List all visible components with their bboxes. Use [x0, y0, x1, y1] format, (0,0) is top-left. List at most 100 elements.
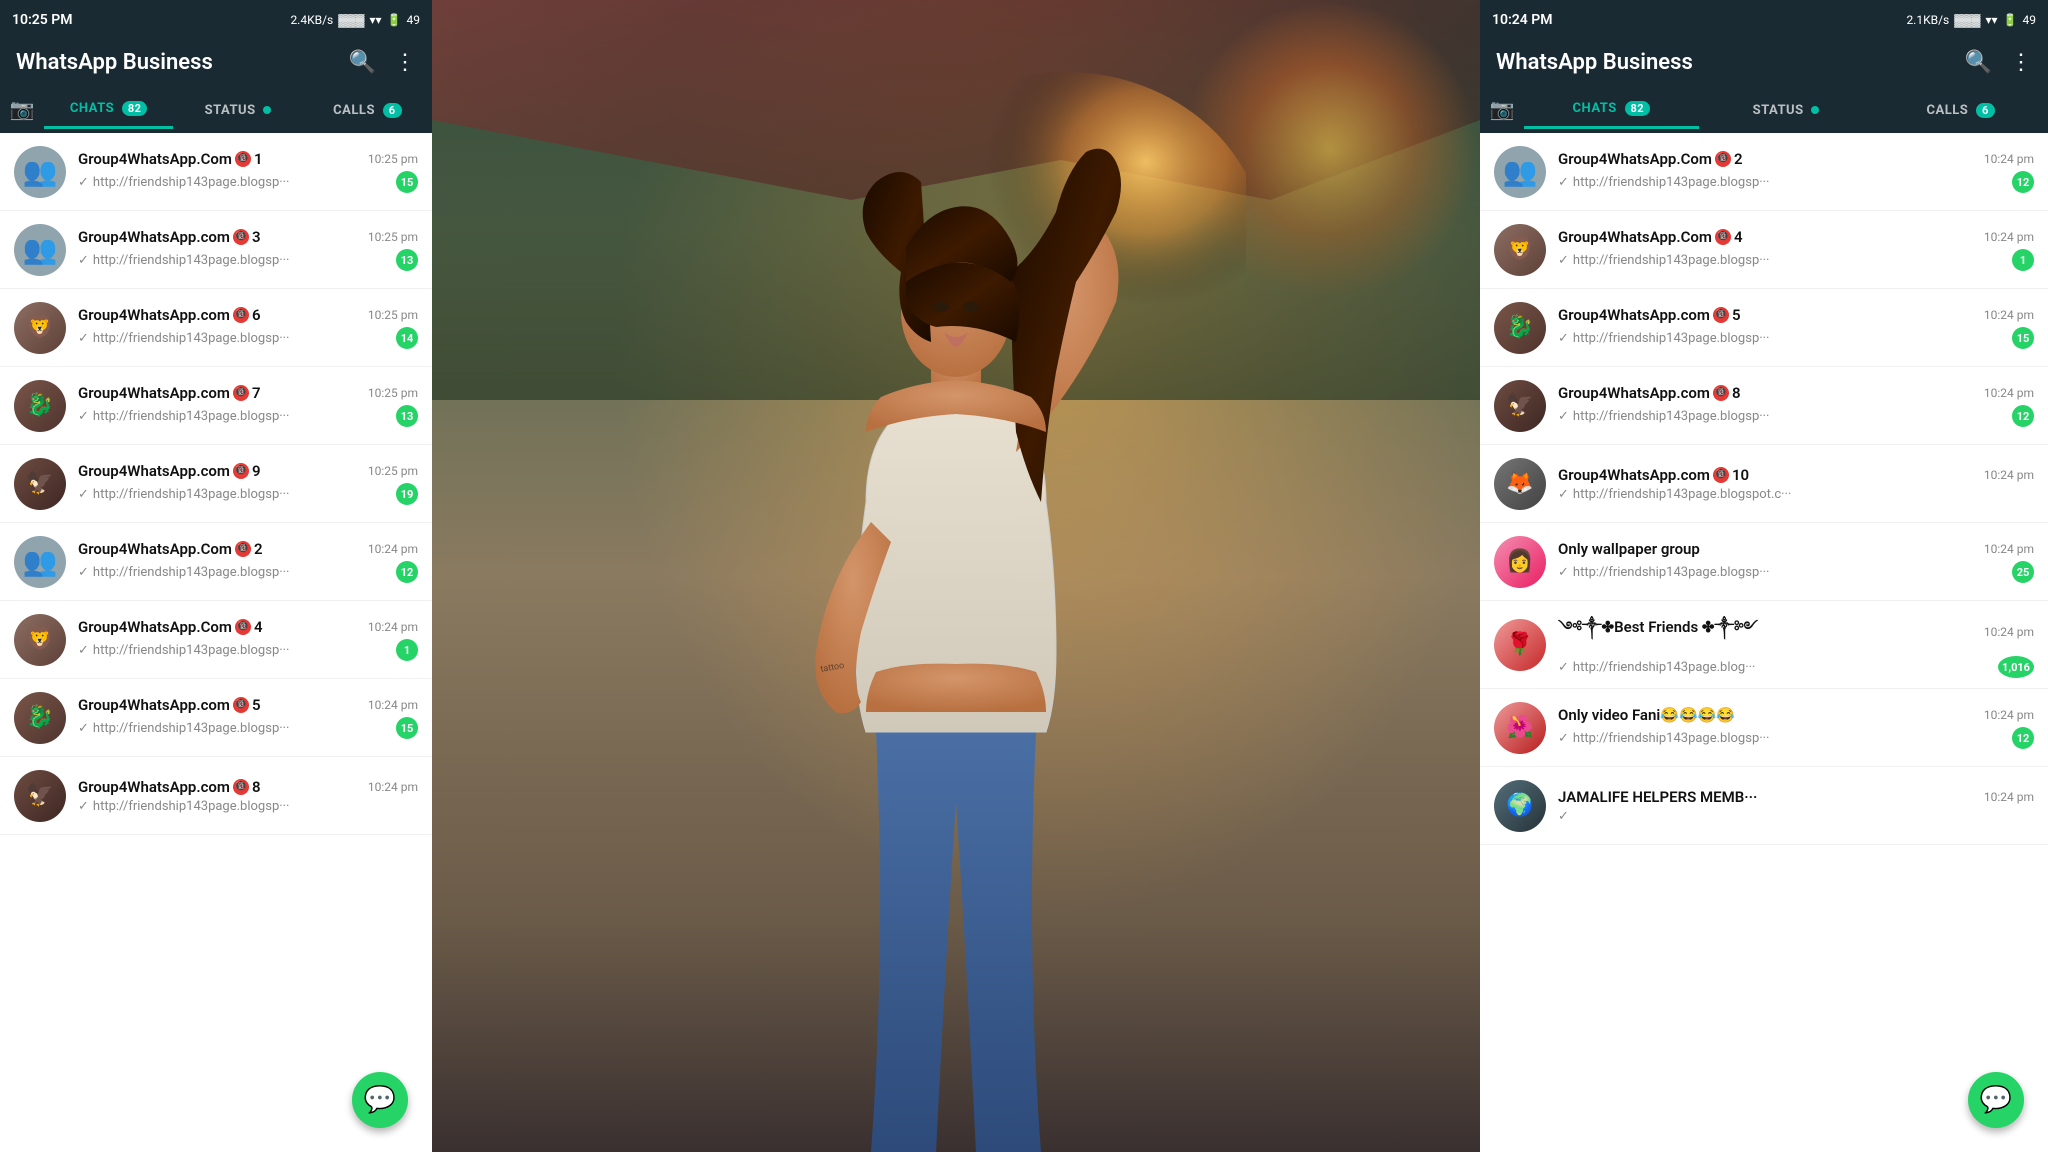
chat-preview: ✓ http://friendship143page.blogsp···: [78, 799, 289, 814]
left-tab-calls[interactable]: CALLS 6: [303, 91, 432, 128]
chat-name: Group4WhatsApp.Com🔞2: [78, 540, 263, 558]
chat-time: 10:24 pm: [1984, 152, 2034, 166]
right-calls-badge: 6: [1976, 103, 1995, 118]
chat-preview-row: ✓ http://friendship143page.blogsp···: [78, 799, 418, 814]
chat-preview-row: ✓ http://friendship143page.blogsp··· 13: [78, 405, 418, 427]
chat-item[interactable]: 👥 Group4WhatsApp.com🔞3 10:25 pm ✓ http:/…: [0, 211, 432, 289]
chat-preview-row: ✓ http://friendship143page.blogsp··· 15: [1558, 327, 2034, 349]
chat-time: 10:24 pm: [1984, 542, 2034, 556]
unread-badge: 12: [396, 561, 418, 583]
left-camera-icon[interactable]: 📷: [0, 85, 44, 133]
chat-item[interactable]: 🦅 Group4WhatsApp.com🔞9 10:25 pm ✓ http:/…: [0, 445, 432, 523]
battery-pct: 49: [407, 13, 421, 27]
chat-preview: ✓ http://friendship143page.blogsp···: [78, 487, 289, 502]
chat-item[interactable]: 👥 Group4WhatsApp.Com🔞2 10:24 pm ✓ http:/…: [0, 523, 432, 601]
tick-icon: ✓: [1558, 660, 1569, 675]
chat-name-row: Group4WhatsApp.Com🔞2 10:24 pm: [78, 540, 418, 558]
chat-name: Group4WhatsApp.com🔞5: [78, 696, 261, 714]
chat-item[interactable]: 👩 Only wallpaper group 10:24 pm ✓ http:/…: [1480, 523, 2048, 601]
right-wifi-icon: ▾▾: [1986, 13, 1998, 27]
restrict-icon: 🔞: [1715, 151, 1731, 167]
chat-info: Group4WhatsApp.com🔞7 10:25 pm ✓ http://f…: [78, 384, 418, 427]
chat-name: Group4WhatsApp.com🔞6: [78, 306, 261, 324]
chat-info: Group4WhatsApp.com🔞3 10:25 pm ✓ http://f…: [78, 228, 418, 271]
chat-item[interactable]: 🌍 JAMALIFE HELPERS MEMB··· 10:24 pm ✓: [1480, 767, 2048, 845]
right-tab-status[interactable]: STATUS: [1699, 91, 1874, 128]
right-fab[interactable]: 💬: [1968, 1072, 2024, 1128]
tick-icon: ✓: [78, 565, 89, 580]
chat-item[interactable]: 🌺 Only video Fani😂😂😂😂 10:24 pm ✓ http://…: [1480, 689, 2048, 767]
chat-item[interactable]: 🌹 ༺༒✤Best Friends ✤༒༻ 10:24 pm ✓ http://…: [1480, 601, 2048, 689]
chat-time: 10:24 pm: [368, 542, 418, 556]
chat-item[interactable]: 🐉 Group4WhatsApp.com🔞5 10:24 pm ✓ http:/…: [0, 679, 432, 757]
left-tab-chats[interactable]: CHATS 82: [44, 89, 173, 129]
chat-item[interactable]: 🦁 Group4WhatsApp.Com🔞4 10:24 pm ✓ http:/…: [0, 601, 432, 679]
chat-time: 10:24 pm: [1984, 790, 2034, 804]
unread-badge: 1: [2012, 249, 2034, 271]
right-tab-chats[interactable]: CHATS 82: [1524, 89, 1699, 129]
avatar: 🦅: [14, 770, 66, 822]
left-chats-badge: 82: [122, 101, 148, 116]
unread-badge: 15: [396, 171, 418, 193]
chat-preview-row: ✓ http://friendship143page.blogsp··· 12: [78, 561, 418, 583]
chat-item[interactable]: 🦊 Group4WhatsApp.com🔞10 10:24 pm ✓ http:…: [1480, 445, 2048, 523]
chat-preview-row: ✓ http://friendship143page.blog··· 1,016: [1558, 656, 2034, 678]
center-image: tattoo: [432, 0, 1480, 1152]
right-speed-indicator: 2.1KB/s: [1906, 13, 1949, 27]
search-icon[interactable]: 🔍: [349, 50, 376, 75]
unread-badge: 14: [396, 327, 418, 349]
restrict-icon: 🔞: [233, 697, 249, 713]
chat-preview-row: ✓ http://friendship143page.blogsp··· 13: [78, 249, 418, 271]
right-camera-icon[interactable]: 📷: [1480, 85, 1524, 133]
restrict-icon: 🔞: [235, 619, 251, 635]
right-search-icon[interactable]: 🔍: [1965, 50, 1992, 75]
chat-item[interactable]: 👥 Group4WhatsApp.Com🔞1 10:25 pm ✓ http:/…: [0, 133, 432, 211]
right-tab-calls[interactable]: CALLS 6: [1873, 91, 2048, 128]
unread-badge: 13: [396, 405, 418, 427]
left-app-header: WhatsApp Business 🔍 ⋮: [0, 40, 432, 85]
chat-preview-row: ✓ http://friendship143page.blogsp··· 19: [78, 483, 418, 505]
chat-name-row: Group4WhatsApp.Com🔞4 10:24 pm: [1558, 228, 2034, 246]
right-time: 10:24 PM: [1492, 12, 1553, 28]
left-panel: 10:25 PM 2.4KB/s ▓▓▓ ▾▾ 🔋 49 WhatsApp Bu…: [0, 0, 432, 1152]
right-battery-pct: 49: [2023, 13, 2037, 27]
avatar: 👩: [1494, 536, 1546, 588]
chat-preview: ✓ http://friendship143page.blogspot.c···: [1558, 487, 1791, 502]
avatar: 🦁: [1494, 224, 1546, 276]
restrict-icon: 🔞: [233, 463, 249, 479]
right-panel: 10:24 PM 2.1KB/s ▓▓▓ ▾▾ 🔋 49 WhatsApp Bu…: [1480, 0, 2048, 1152]
chat-time: 10:24 pm: [368, 620, 418, 634]
restrict-icon: 🔞: [233, 385, 249, 401]
chat-name: JAMALIFE HELPERS MEMB···: [1558, 788, 1757, 806]
right-app-title: WhatsApp Business: [1496, 50, 1693, 75]
chat-item[interactable]: 🦅 Group4WhatsApp.com🔞8 10:24 pm ✓ http:/…: [0, 757, 432, 835]
chat-name-row: ༺༒✤Best Friends ✤༒༻ 10:24 pm: [1558, 611, 2034, 653]
tick-icon: ✓: [1558, 409, 1569, 424]
left-tab-status[interactable]: STATUS: [173, 91, 302, 128]
chat-name: Only video Fani😂😂😂😂: [1558, 706, 1735, 724]
unread-badge: 25: [2012, 561, 2034, 583]
chat-name-row: Group4WhatsApp.Com🔞1 10:25 pm: [78, 150, 418, 168]
chat-name-row: Group4WhatsApp.com🔞7 10:25 pm: [78, 384, 418, 402]
chat-item[interactable]: 🐉 Group4WhatsApp.com🔞5 10:24 pm ✓ http:/…: [1480, 289, 2048, 367]
chat-time: 10:24 pm: [1984, 308, 2034, 322]
chat-item[interactable]: 🦅 Group4WhatsApp.com🔞8 10:24 pm ✓ http:/…: [1480, 367, 2048, 445]
chat-preview-row: ✓ http://friendship143page.blogsp··· 1: [78, 639, 418, 661]
menu-icon[interactable]: ⋮: [394, 50, 416, 75]
left-time: 10:25 PM: [12, 12, 73, 28]
unread-badge: 1: [396, 639, 418, 661]
restrict-icon: 🔞: [235, 151, 251, 167]
chat-info: Group4WhatsApp.com🔞5 10:24 pm ✓ http://f…: [78, 696, 418, 739]
chat-name-row: Group4WhatsApp.com🔞8 10:24 pm: [1558, 384, 2034, 402]
chat-info: Group4WhatsApp.Com🔞1 10:25 pm ✓ http://f…: [78, 150, 418, 193]
center-background: tattoo: [432, 0, 1480, 1152]
chat-preview-row: ✓ http://friendship143page.blogsp··· 12: [1558, 405, 2034, 427]
chat-item[interactable]: 🐉 Group4WhatsApp.com🔞7 10:25 pm ✓ http:/…: [0, 367, 432, 445]
chat-item[interactable]: 👥 Group4WhatsApp.Com🔞2 10:24 pm ✓ http:/…: [1480, 133, 2048, 211]
chat-item[interactable]: 🦁 Group4WhatsApp.com🔞6 10:25 pm ✓ http:/…: [0, 289, 432, 367]
left-fab[interactable]: 💬: [352, 1072, 408, 1128]
left-tabs: 📷 CHATS 82 STATUS CALLS 6: [0, 85, 432, 133]
chat-item[interactable]: 🦁 Group4WhatsApp.Com🔞4 10:24 pm ✓ http:/…: [1480, 211, 2048, 289]
chat-name: Group4WhatsApp.com🔞5: [1558, 306, 1741, 324]
right-menu-icon[interactable]: ⋮: [2010, 50, 2032, 75]
